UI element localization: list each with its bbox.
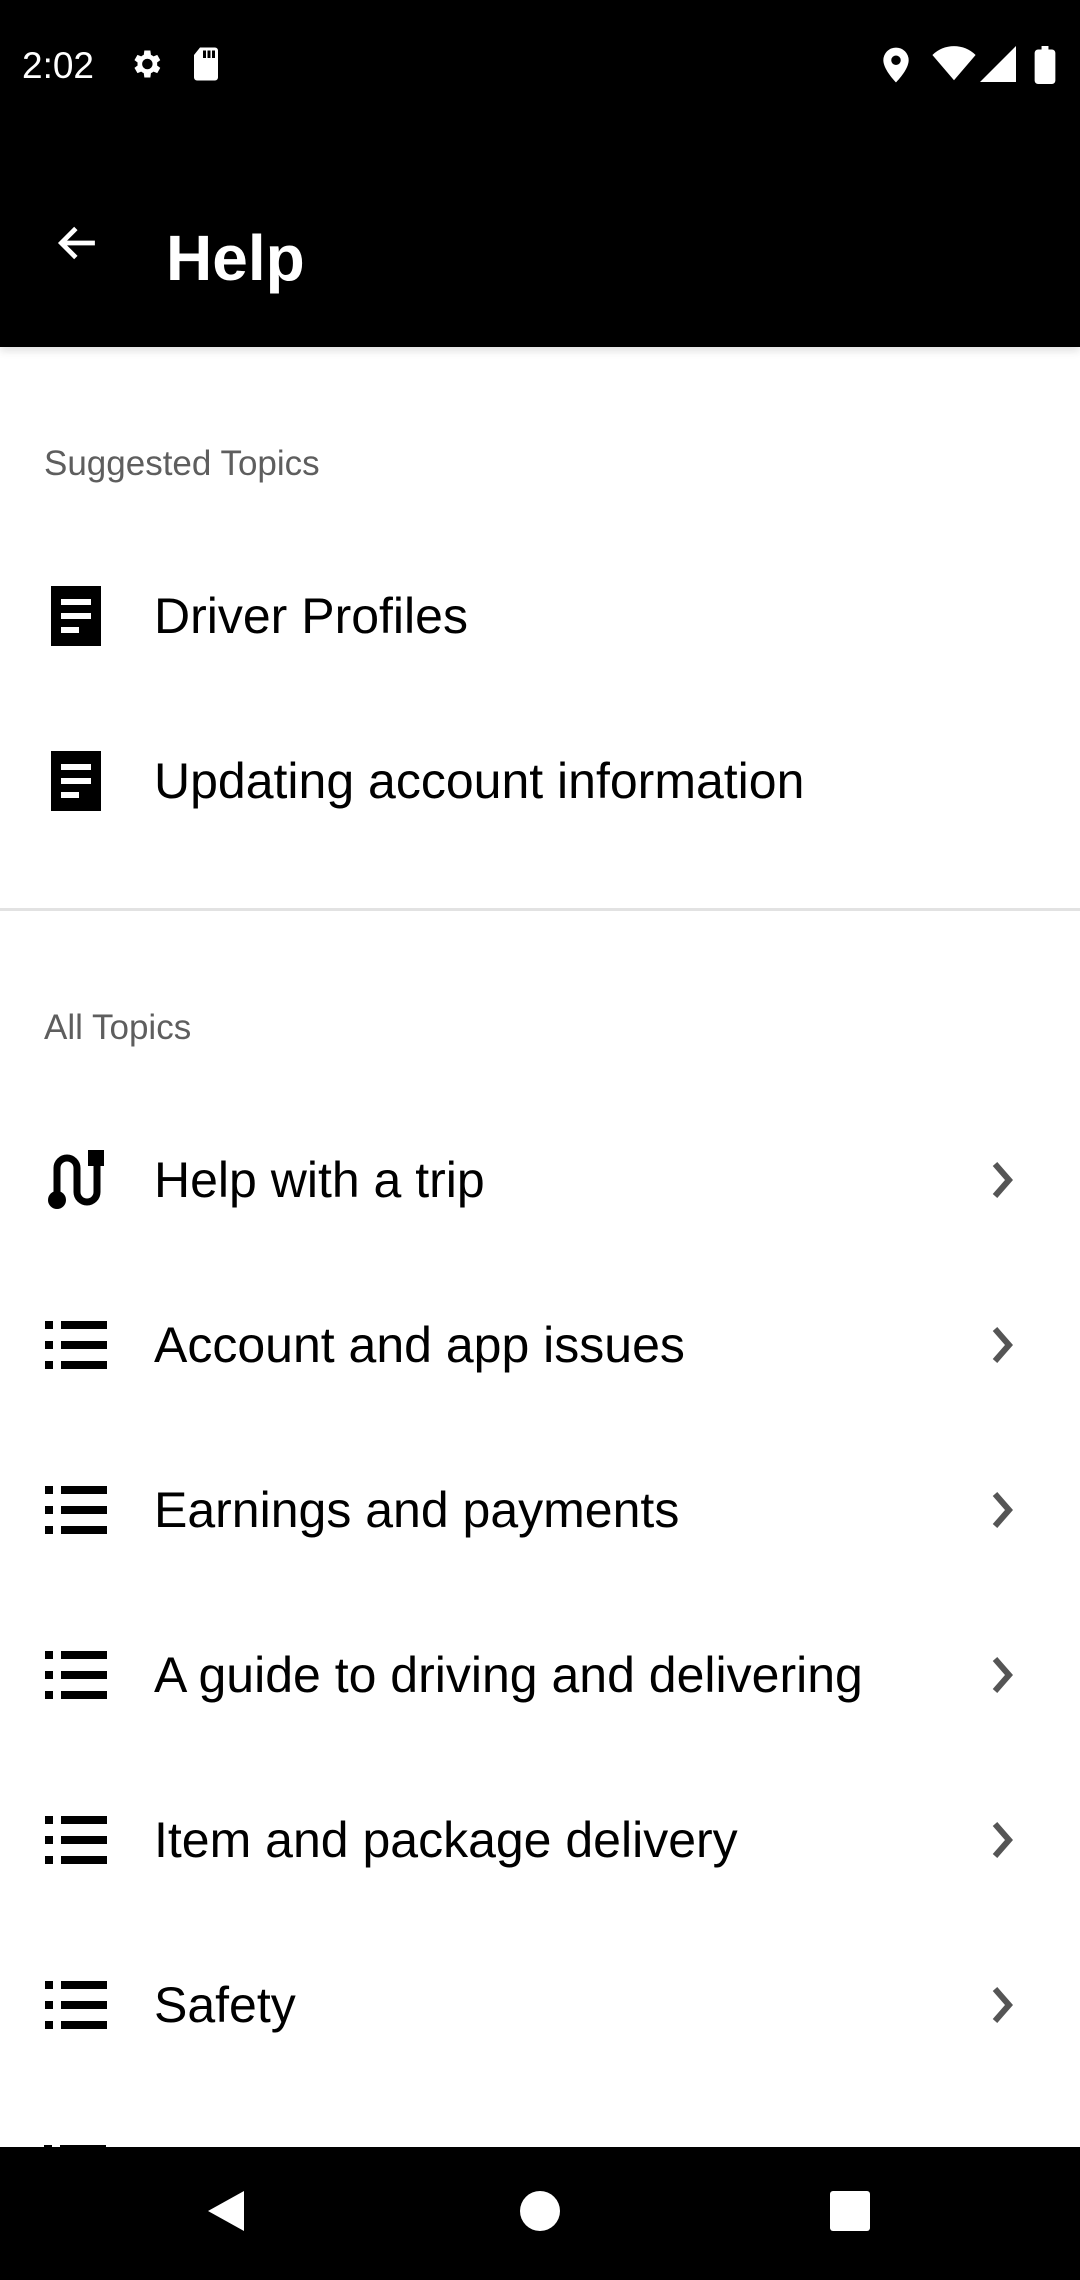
topic-help-with-trip[interactable]: Help with a trip: [0, 1097, 1080, 1262]
all-topics-header: All Topics: [44, 1008, 192, 1047]
gear-icon: [128, 46, 164, 87]
app-bar: Help: [0, 136, 1080, 347]
nav-back-button[interactable]: [166, 2147, 286, 2280]
battery-icon: [1034, 46, 1056, 89]
home-circle-icon: [518, 2189, 562, 2238]
suggested-item-updating-account[interactable]: Updating account information: [0, 698, 1080, 863]
status-bar: 2:02: [0, 0, 1080, 136]
signal-icon: [980, 46, 1016, 87]
suggested-topics-header: Suggested Topics: [44, 444, 320, 483]
suggested-item-driver-profiles[interactable]: Driver Profiles: [0, 533, 1080, 698]
article-icon: [44, 749, 108, 813]
topic-label: A guide to driving and delivering: [154, 1646, 863, 1703]
sd-card-icon: [190, 46, 222, 87]
topic-label: Earnings and payments: [154, 1481, 680, 1538]
section-divider: [0, 908, 1080, 911]
nav-home-button[interactable]: [480, 2147, 600, 2280]
list-icon: [44, 1973, 108, 2037]
topic-label: Account and app issues: [154, 1316, 685, 1373]
chevron-right-icon: [986, 1156, 1020, 1204]
topic-earnings-payments[interactable]: Earnings and payments: [0, 1427, 1080, 1592]
topic-label: Item and package delivery: [154, 1811, 738, 1868]
list-icon: [44, 1808, 108, 1872]
chevron-right-icon: [986, 1981, 1020, 2029]
back-button[interactable]: [36, 210, 116, 280]
location-icon: [880, 46, 912, 89]
article-icon: [44, 584, 108, 648]
topic-guide-driving-delivering[interactable]: A guide to driving and delivering: [0, 1592, 1080, 1757]
chevron-right-icon: [986, 1816, 1020, 1864]
topic-label: Help with a trip: [154, 1151, 485, 1208]
suggested-item-label: Updating account information: [154, 752, 805, 809]
list-icon: [44, 2140, 106, 2147]
page-title: Help: [166, 222, 305, 294]
topic-item-package-delivery[interactable]: Item and package delivery: [0, 1757, 1080, 1922]
wifi-icon: [932, 46, 976, 87]
chevron-right-icon: [986, 1321, 1020, 1369]
route-icon: [44, 1148, 108, 1212]
back-triangle-icon: [204, 2187, 248, 2240]
arrow-left-icon: [51, 221, 101, 270]
chevron-right-icon: [986, 1486, 1020, 1534]
topic-account-app-issues[interactable]: Account and app issues: [0, 1262, 1080, 1427]
nav-recents-button[interactable]: [790, 2147, 910, 2280]
status-time: 2:02: [22, 45, 95, 86]
suggested-item-label: Driver Profiles: [154, 587, 468, 644]
recents-square-icon: [829, 2190, 871, 2237]
chevron-right-icon: [986, 1651, 1020, 1699]
list-icon: [44, 1478, 108, 1542]
topic-label: Safety: [154, 1976, 296, 2033]
topic-safety[interactable]: Safety: [0, 1922, 1080, 2087]
system-nav-bar: [0, 2147, 1080, 2280]
list-icon: [44, 1643, 108, 1707]
list-icon: [44, 1313, 108, 1377]
help-screen: 2:02 Help Suggested Topics Driver Profil…: [0, 0, 1080, 2280]
